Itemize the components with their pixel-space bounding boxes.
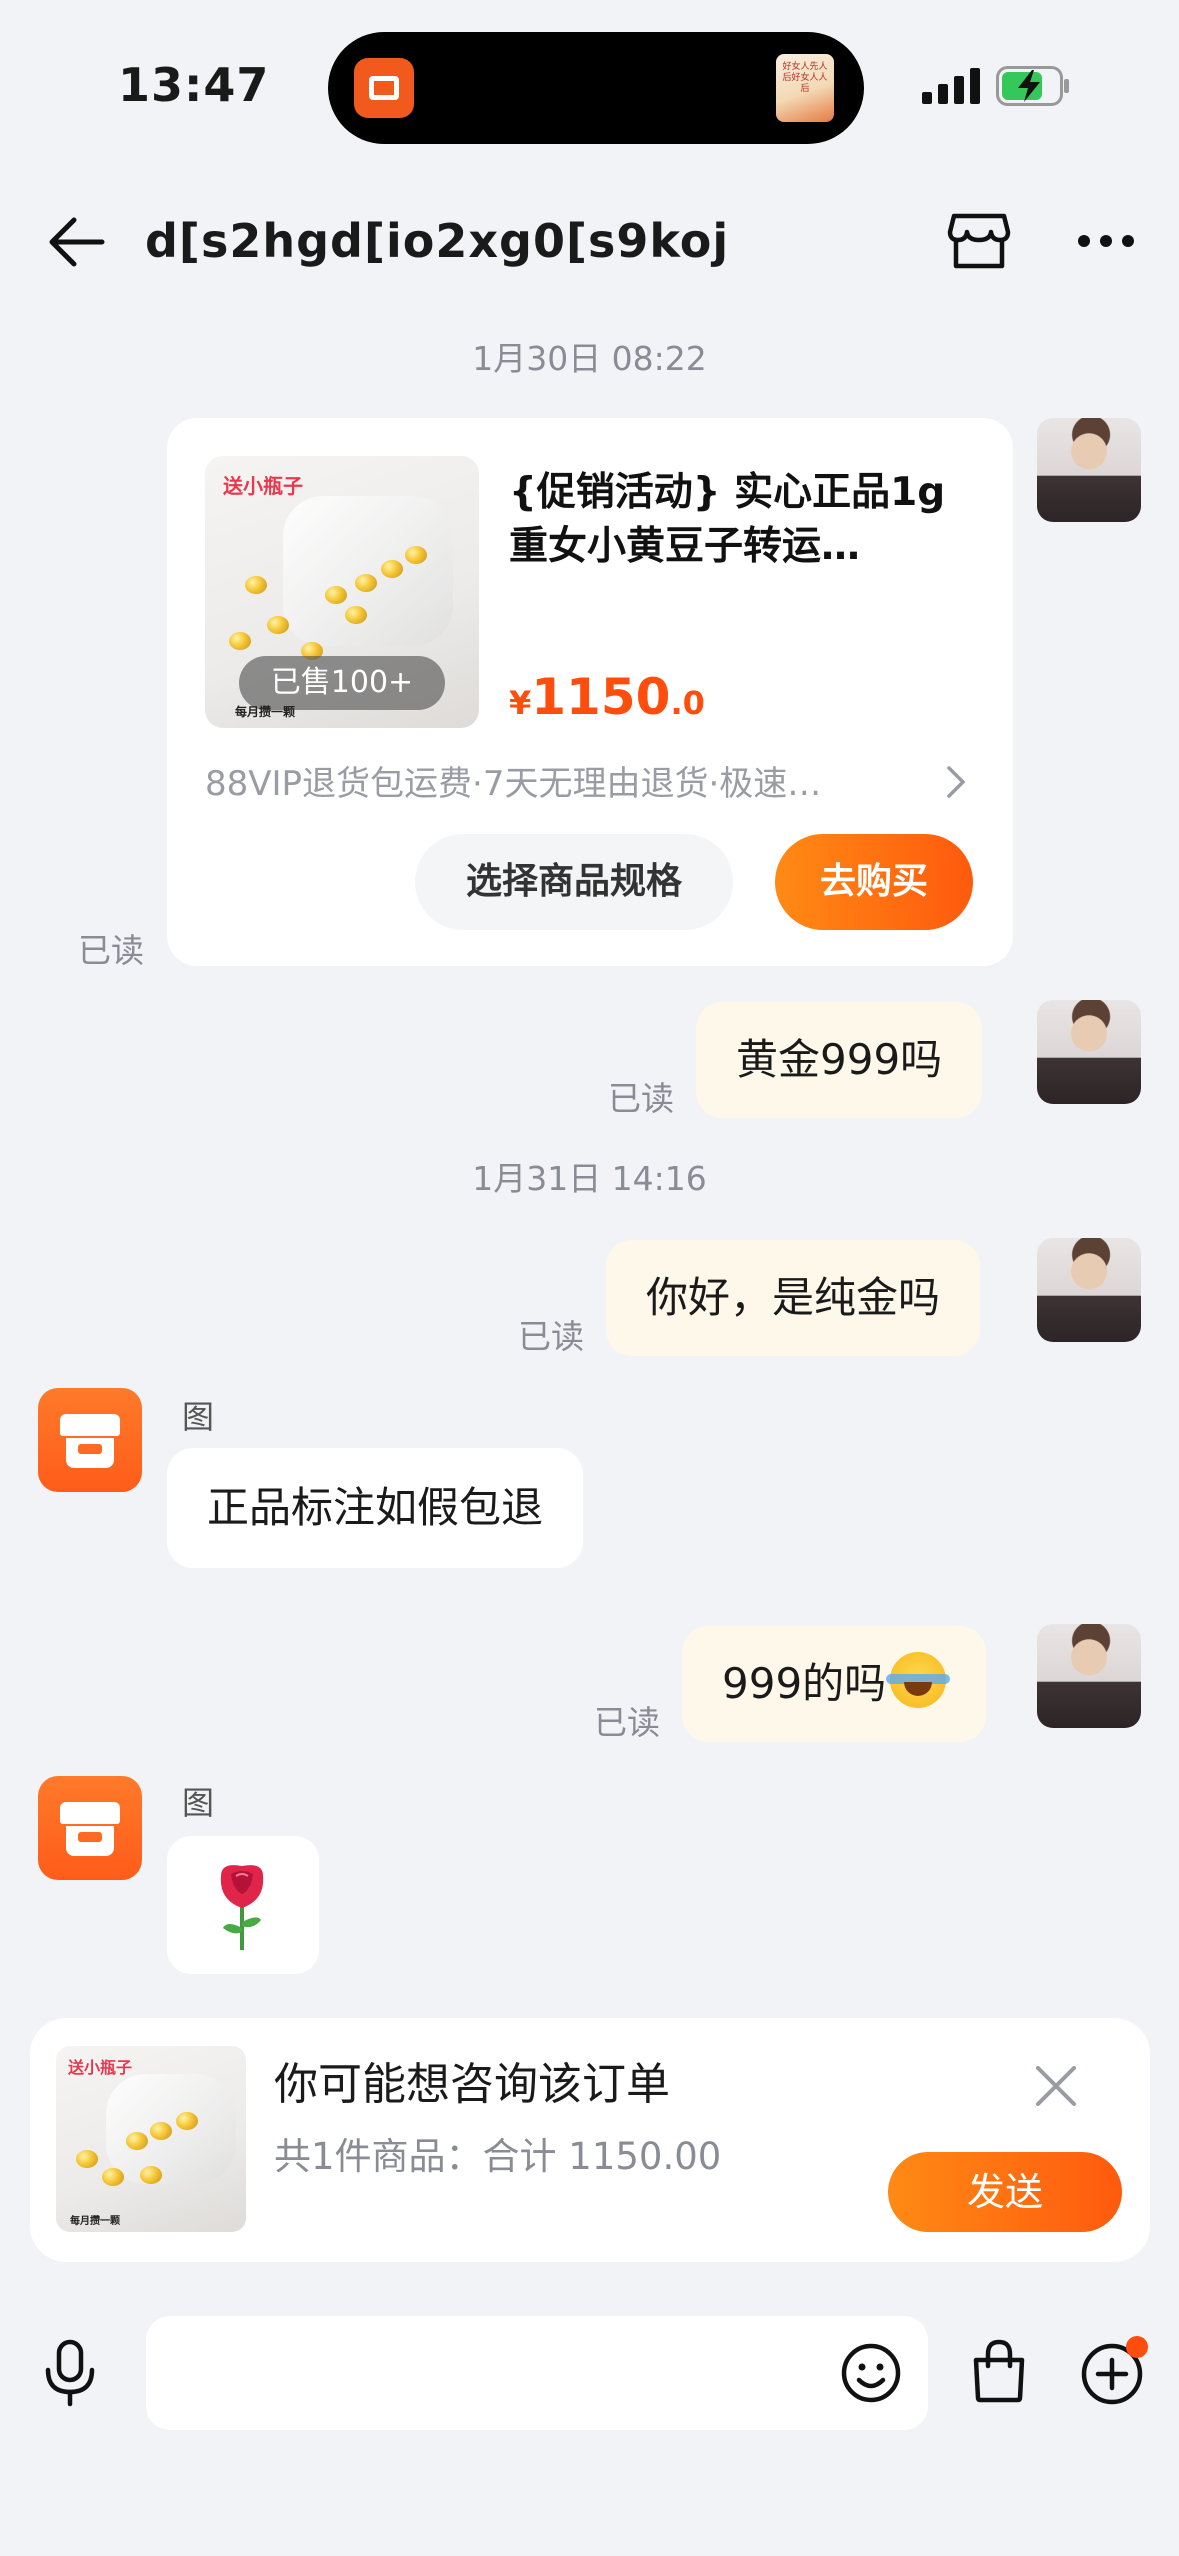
more-options-icon[interactable] xyxy=(1076,232,1136,250)
message-input[interactable] xyxy=(146,2316,928,2430)
order-product-image[interactable]: 送小瓶子 每月攒一颗 xyxy=(56,2046,246,2232)
product-image[interactable]: 送小瓶子 已售100+ 每月攒一颗 xyxy=(205,456,479,728)
timestamp: 1月30日 08:22 xyxy=(472,339,707,378)
shopping-bag-icon[interactable] xyxy=(968,2338,1030,2404)
product-image-tag: 送小瓶子 xyxy=(223,474,303,498)
message-bubble-outgoing[interactable]: 999的吗 xyxy=(682,1626,987,1742)
rose-icon xyxy=(220,1865,264,1950)
message-bubble-outgoing[interactable]: 黄金999吗 xyxy=(696,1002,983,1118)
microphone-icon[interactable] xyxy=(40,2338,100,2408)
sender-name: 图 xyxy=(182,1784,215,1822)
back-arrow-icon[interactable] xyxy=(44,214,106,270)
read-status: 已读 xyxy=(78,931,144,970)
message-sticker[interactable] xyxy=(167,1836,319,1974)
order-summary: 共1件商品：合计 1150.00 xyxy=(274,2135,722,2178)
order-suggestion-title: 你可能想咨询该订单 xyxy=(274,2059,670,2110)
status-time: 13:47 xyxy=(118,58,270,112)
product-card[interactable]: 送小瓶子 已售100+ 每月攒一颗 {促销活动} 实心正品1g重女小黄豆子转运…… xyxy=(167,418,1013,966)
product-price: ¥1150.0 xyxy=(509,668,705,726)
notification-dot xyxy=(1126,2336,1148,2358)
user-avatar[interactable] xyxy=(1037,1000,1141,1104)
buy-button[interactable]: 去购买 xyxy=(775,834,973,930)
select-spec-button[interactable]: 选择商品规格 xyxy=(415,834,733,930)
product-image-caption: 每月攒一颗 xyxy=(235,705,296,719)
read-status: 已读 xyxy=(608,1079,674,1118)
laughing-tears-emoji-icon xyxy=(886,1652,951,1708)
emoji-icon[interactable] xyxy=(840,2342,902,2404)
shop-avatar[interactable] xyxy=(38,1388,142,1492)
sender-name: 图 xyxy=(182,1398,215,1436)
user-avatar[interactable] xyxy=(1037,1238,1141,1342)
close-icon[interactable] xyxy=(1032,2062,1080,2110)
order-image-tag: 送小瓶子 xyxy=(68,2058,133,2077)
product-service-info[interactable]: 88VIP退货包运费·7天无理由退货·极速… xyxy=(205,756,905,805)
user-avatar[interactable] xyxy=(1037,418,1141,522)
app-icon xyxy=(354,58,414,118)
dynamic-island: 好女人先人后好女人人后 xyxy=(328,32,864,144)
product-title[interactable]: {促销活动} 实心正品1g重女小黄豆子转运… xyxy=(509,466,979,574)
battery-charging-icon xyxy=(996,66,1069,106)
chevron-right-icon[interactable] xyxy=(945,764,967,800)
shop-avatar[interactable] xyxy=(38,1776,142,1880)
send-order-button[interactable]: 发送 xyxy=(888,2152,1122,2232)
book-thumbnail: 好女人先人后好女人人后 xyxy=(776,54,834,122)
read-status: 已读 xyxy=(518,1317,584,1356)
chat-title: d[s2hgd[io2xg0[s9koj xyxy=(145,214,730,268)
order-suggestion-card[interactable]: 送小瓶子 每月攒一颗 你可能想咨询该订单 共1件商品：合计 1150.00 发送 xyxy=(30,2018,1150,2262)
read-status: 已读 xyxy=(594,1703,660,1742)
timestamp: 1月31日 14:16 xyxy=(472,1159,707,1198)
user-avatar[interactable] xyxy=(1037,1624,1141,1728)
order-image-caption: 每月攒一颗 xyxy=(70,2216,120,2227)
message-bubble-incoming[interactable]: 正品标注如假包退 xyxy=(167,1448,584,1568)
shop-icon[interactable] xyxy=(946,208,1012,274)
signal-icon xyxy=(922,68,980,104)
message-bubble-outgoing[interactable]: 你好，是纯金吗 xyxy=(606,1240,981,1356)
sold-count-badge: 已售100+ xyxy=(239,656,445,710)
